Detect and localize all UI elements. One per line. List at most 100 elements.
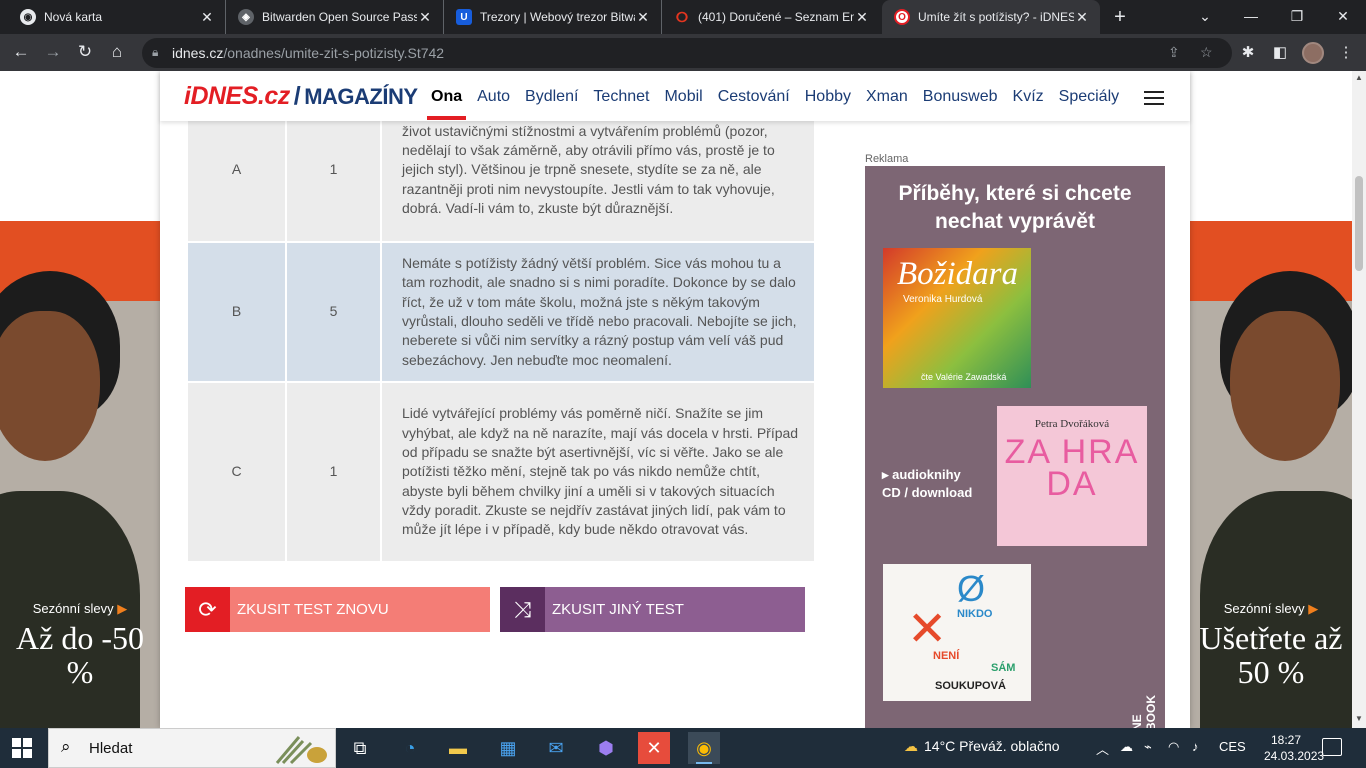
menu-item-ona[interactable]: Ona <box>426 88 467 120</box>
plug-icon[interactable]: ⌁ <box>1144 739 1152 755</box>
idnes-icon: O <box>894 9 910 25</box>
clock-date: 24.03.2023 <box>1264 749 1325 763</box>
menu-item-technet[interactable]: Technet <box>593 88 649 106</box>
lock-icon[interactable]: 🔒︎ <box>152 45 158 60</box>
result-count: 5 <box>287 243 380 381</box>
book-author: Veronika Hurdová <box>903 294 983 305</box>
screen: ◉ Nová karta ✕ ◈ Bitwarden Open Source P… <box>0 0 1366 768</box>
tab-idnes-active[interactable]: O Umíte žít s potížisty? - iDNES ✕ <box>882 0 1100 34</box>
browser-toolbar: ← → ↻ ⌂ 🔒︎ idnes.cz/onadnes/umite-zit-s-… <box>0 34 1366 71</box>
close-icon[interactable]: ✕ <box>1074 9 1090 26</box>
remote-app-icon[interactable]: ✕ <box>638 732 670 764</box>
page-scrollbar[interactable]: ▲ ▼ <box>1352 71 1366 728</box>
other-test-label: ZKUSIT JINÝ TEST <box>552 601 684 618</box>
tab-seznam-email[interactable]: ⵔ (401) Doručené – Seznam Em ✕ <box>662 0 880 34</box>
url-text[interactable]: idnes.cz/onadnes/umite-zit-s-potizisty.S… <box>172 45 444 61</box>
ad-format-line: CD / download <box>882 485 973 500</box>
mail-icon[interactable]: ✉ <box>540 732 572 764</box>
book-cover-nikdo-neni-sam: Ø ✕ NIKDO NENÍ SÁM SOUKUPOVÁ <box>883 564 1031 701</box>
left-ad-small-text: Sezónní slevy ▶ <box>32 601 128 616</box>
result-count: 1 <box>287 383 380 561</box>
book-title-word: NIKDO <box>957 608 993 620</box>
results-table: A 1 život ustavičnými stížnostmi a vytvá… <box>186 97 816 563</box>
weather-widget[interactable]: ☁ 14°C Převáž. oblačno <box>904 738 1060 755</box>
tray-chevron-icon[interactable]: ︿ <box>1096 739 1109 758</box>
minimize-icon[interactable]: — <box>1228 0 1274 34</box>
menu-item-kviz[interactable]: Kvíz <box>1013 88 1044 106</box>
chrome-taskbar-icon[interactable]: ◉ <box>688 732 720 764</box>
tab-title: (401) Doručené – Seznam Em <box>698 10 854 24</box>
volume-icon[interactable]: ♪ <box>1192 739 1199 754</box>
web-page: Sezónní slevy ▶ Až do -50 % Sezónní slev… <box>0 71 1352 728</box>
tab-search-chevron-icon[interactable]: ⌄ <box>1182 0 1228 34</box>
forward-arrow-icon[interactable]: → <box>40 40 66 66</box>
tab-title: Trezory | Webový trezor Bitwa <box>480 10 635 24</box>
hamburger-menu-icon[interactable] <box>1144 91 1164 105</box>
right-ad-small-text: Sezónní slevy ▶ <box>1223 601 1319 616</box>
profile-avatar[interactable] <box>1302 42 1324 64</box>
left-side-ad[interactable]: Sezónní slevy ▶ Až do -50 % <box>0 71 160 728</box>
taskbar-search-box[interactable]: ⌕ Hledat <box>48 728 336 768</box>
side-panel-icon[interactable]: ◧ <box>1268 41 1292 65</box>
address-bar[interactable]: 🔒︎ idnes.cz/onadnes/umite-zit-s-potizist… <box>142 38 1232 68</box>
scroll-up-icon[interactable]: ▲ <box>1355 73 1363 82</box>
tab-bitwarden-vault[interactable]: U Trezory | Webový trezor Bitwa ✕ <box>444 0 662 34</box>
menu-dots-icon[interactable]: ⋮ <box>1334 41 1358 65</box>
idnes-logo[interactable]: iDNES.cz / MAGAZÍNY <box>184 82 418 111</box>
result-letter: B <box>188 243 285 381</box>
menu-item-bonusweb[interactable]: Bonusweb <box>923 88 998 106</box>
ad-formats: ▸ audioknihy CD / download <box>882 466 972 502</box>
reload-icon[interactable]: ↻ <box>72 40 98 66</box>
menu-item-mobil[interactable]: Mobil <box>664 88 702 106</box>
result-text: Nemáte s potížisty žádný větší problém. … <box>382 243 814 381</box>
menu-item-cestovani[interactable]: Cestování <box>718 88 790 106</box>
menu-item-xman[interactable]: Xman <box>866 88 908 106</box>
retry-test-label: ZKUSIT TEST ZNOVU <box>237 601 389 618</box>
close-icon[interactable]: ✕ <box>635 9 651 26</box>
tab-title: Bitwarden Open Source Passw <box>262 10 417 24</box>
menu-item-auto[interactable]: Auto <box>477 88 510 106</box>
retry-test-button[interactable]: ⟳ ZKUSIT TEST ZNOVU <box>185 587 490 632</box>
other-test-button[interactable]: ⤨ ZKUSIT JINÝ TEST <box>500 587 805 632</box>
result-letter: C <box>188 383 285 561</box>
home-icon[interactable]: ⌂ <box>104 40 130 66</box>
new-tab-button[interactable]: + <box>1108 5 1132 29</box>
scrollbar-thumb[interactable] <box>1355 176 1363 271</box>
extensions-puzzle-icon[interactable]: ✱ <box>1236 41 1260 65</box>
menu-item-hobby[interactable]: Hobby <box>805 88 851 106</box>
book-title-word: SÁM <box>991 662 1016 674</box>
notifications-icon[interactable] <box>1322 738 1342 756</box>
close-icon[interactable]: ✕ <box>854 9 870 26</box>
back-arrow-icon[interactable]: ← <box>8 40 34 66</box>
edge-browser-icon[interactable]: ◔ <box>394 732 426 764</box>
taskbar-clock[interactable]: 18:27 24.03.2023 <box>1264 732 1325 764</box>
windows-start-icon[interactable] <box>12 738 32 758</box>
tab-bitwarden-site[interactable]: ◈ Bitwarden Open Source Passw ✕ <box>226 0 444 34</box>
bookmark-star-icon[interactable]: ☆ <box>1200 44 1213 61</box>
wifi-icon[interactable]: ◠ <box>1168 739 1179 755</box>
close-icon[interactable]: ✕ <box>199 9 215 26</box>
microsoft-store-icon[interactable]: ▦ <box>492 732 524 764</box>
onedrive-icon[interactable]: ☁ <box>1120 739 1133 755</box>
close-icon[interactable]: ✕ <box>417 9 433 26</box>
restore-icon[interactable]: ❐ <box>1274 0 1320 34</box>
task-view-icon[interactable]: ⧉ <box>344 732 376 764</box>
cross-icon: ✕ <box>907 603 948 656</box>
book-title: ZA HRA DA <box>1004 433 1140 503</box>
tab-title: Umíte žít s potížisty? - iDNES <box>918 10 1074 24</box>
window-close-icon[interactable]: ✕ <box>1320 0 1366 34</box>
browser-tab-strip: ◉ Nová karta ✕ ◈ Bitwarden Open Source P… <box>0 0 1366 34</box>
menu-item-specialy[interactable]: Speciály <box>1059 88 1119 106</box>
tab-title: Nová karta <box>44 10 103 24</box>
menu-item-bydleni[interactable]: Bydlení <box>525 88 578 106</box>
copilot-app-icon[interactable]: ⬢ <box>590 732 622 764</box>
file-explorer-icon[interactable]: ▬ <box>442 732 474 764</box>
circle-slash-icon: Ø <box>957 568 986 609</box>
share-icon[interactable]: ⇪ <box>1168 44 1180 61</box>
audiobook-ad[interactable]: Příběhy, které si chcete nechat vyprávět… <box>865 166 1165 728</box>
right-side-ad[interactable]: Sezónní slevy ▶ Ušetřete až 50 % <box>1190 71 1352 728</box>
url-domain: idnes.cz <box>172 45 224 61</box>
tab-new-tab[interactable]: ◉ Nová karta ✕ <box>8 0 226 34</box>
language-indicator[interactable]: CES <box>1219 739 1246 754</box>
scroll-down-icon[interactable]: ▼ <box>1355 714 1363 723</box>
